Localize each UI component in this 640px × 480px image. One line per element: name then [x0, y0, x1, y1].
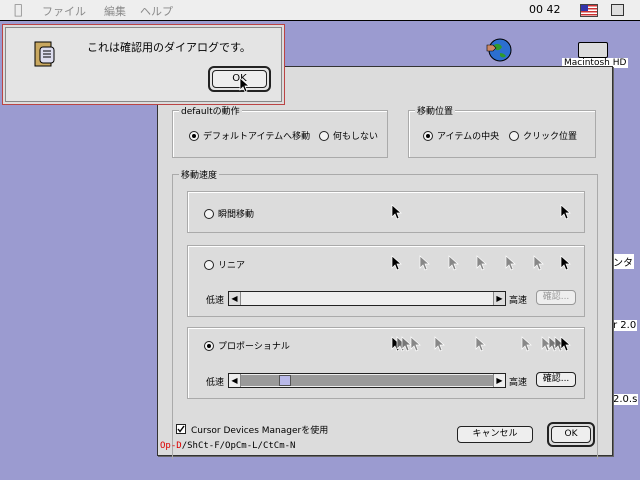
radio-item-center[interactable]: アイテムの中央 [423, 129, 499, 142]
arrow-cursor-icon [391, 255, 402, 271]
radio-dot [204, 340, 214, 351]
hard-disk-icon[interactable] [578, 42, 608, 58]
fast-label: 高速 [509, 378, 528, 388]
globe-icon[interactable] [486, 36, 512, 62]
apple-icon[interactable]:  [14, 2, 22, 18]
radio-proportional[interactable]: プロポーショナル [204, 339, 290, 352]
menu-help[interactable]: ヘルプ [140, 3, 173, 19]
arrow-cursor-icon [419, 255, 430, 271]
arrow-cursor-icon [475, 336, 486, 352]
use-cdm-label[interactable]: Cursor Devices Managerを使用 [191, 423, 328, 436]
arrow-cursor-icon [391, 204, 402, 220]
proportional-confirm-button[interactable]: 確認... [536, 372, 576, 387]
arrow-cursor-icon [521, 336, 532, 352]
alert-icon [34, 41, 55, 67]
arrow-cursor-icon [560, 336, 571, 352]
arrow-cursor-icon [434, 336, 445, 352]
radio-dot [423, 130, 433, 141]
fast-label: 高速 [509, 296, 528, 306]
default-behavior-group: defaultの動作 デフォルトアイテムへ移動 何もしない [172, 104, 388, 158]
slow-label: 低速 [206, 296, 225, 306]
radio-default-move[interactable]: デフォルトアイテムへ移動 [189, 129, 310, 142]
mouse-pointer-icon [239, 77, 251, 93]
desktop-edge-text[interactable]: 2.0.s [612, 394, 639, 405]
desktop-edge-text[interactable]: r 2.0 [612, 320, 638, 331]
menu-edit[interactable]: 編集 [104, 3, 126, 19]
use-cdm-checkbox[interactable] [176, 424, 186, 434]
group-title: 移動位置 [415, 104, 456, 117]
group-title: defaultの動作 [179, 104, 242, 117]
radio-linear[interactable]: リニア [204, 258, 245, 271]
move-speed-group: 移動速度 瞬間移動 リニア 低速 ◀ ▶ 高速 確認... プロポーショナル 低… [172, 168, 598, 459]
radio-click-position[interactable]: クリック位置 [509, 129, 577, 142]
move-position-group: 移動位置 アイテムの中央 クリック位置 [408, 104, 596, 158]
confirm-alert-dialog: これは確認用のダイアログです。 OK [2, 24, 285, 105]
proportional-speed-slider[interactable]: ◀ ▶ [228, 373, 506, 388]
instant-mode-box: 瞬間移動 [187, 191, 585, 233]
radio-dot [319, 130, 329, 141]
flag-icon[interactable] [580, 4, 598, 17]
ok-button[interactable]: OK [551, 426, 591, 443]
arrow-cursor-icon [560, 255, 571, 271]
radio-dot [189, 130, 199, 141]
desktop-edge-text[interactable]: ンタ [612, 254, 634, 269]
proportional-mode-box: プロポーショナル 低速 ◀ ▶ 高速 確認... [187, 327, 585, 399]
cancel-button[interactable]: キャンセル [457, 426, 533, 443]
group-title: 移動速度 [179, 168, 220, 181]
slider-left-arrow-icon[interactable]: ◀ [229, 292, 241, 305]
linear-speed-slider[interactable]: ◀ ▶ [228, 291, 506, 306]
app-menu-icon[interactable] [606, 1, 630, 18]
menu-file[interactable]: ファイル [42, 3, 86, 19]
slider-right-arrow-icon[interactable]: ▶ [493, 292, 505, 305]
slow-label: 低速 [206, 378, 225, 388]
checkbox-check-icon [177, 425, 185, 433]
radio-do-nothing[interactable]: 何もしない [319, 129, 378, 142]
radio-dot [204, 259, 214, 270]
slider-left-arrow-icon[interactable]: ◀ [229, 374, 241, 387]
radio-dot [509, 130, 519, 141]
arrow-cursor-icon [560, 204, 571, 220]
arrow-cursor-icon [533, 255, 544, 271]
arrow-cursor-icon [410, 336, 421, 352]
radio-instant[interactable]: 瞬間移動 [204, 207, 254, 220]
linear-confirm-button[interactable]: 確認... [536, 290, 576, 305]
menu-clock[interactable]: 00 42 [529, 3, 561, 16]
slider-thumb[interactable] [279, 375, 291, 386]
linear-mode-box: リニア 低速 ◀ ▶ 高速 確認... [187, 245, 585, 317]
arrow-cursor-icon [505, 255, 516, 271]
alert-message: これは確認用のダイアログです。 [87, 41, 251, 54]
keyboard-shortcut-hint: Op-D/ShCt-F/OpCm-L/CtCm-N [160, 441, 296, 451]
arrow-cursor-icon [448, 255, 459, 271]
menu-bar:  ファイル 編集 ヘルプ 00 42 [0, 0, 640, 21]
slider-right-arrow-icon[interactable]: ▶ [493, 374, 505, 387]
cursor-settings-window: defaultの動作 デフォルトアイテムへ移動 何もしない 移動位置 アイテムの… [157, 66, 613, 459]
radio-dot [204, 208, 214, 219]
arrow-cursor-icon [476, 255, 487, 271]
